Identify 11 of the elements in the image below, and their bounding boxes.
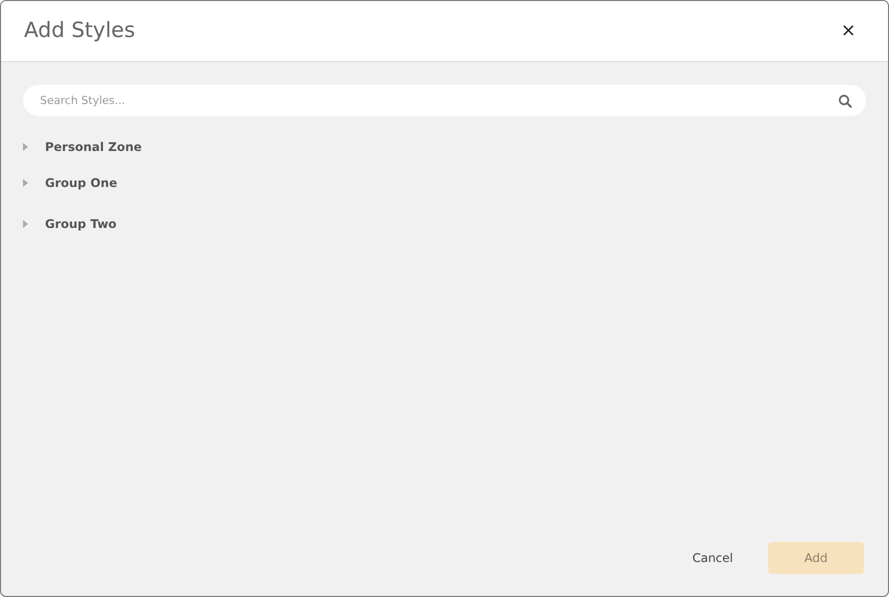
caret-right-icon[interactable] [23,220,28,228]
search-icon [838,94,852,108]
cancel-button[interactable]: Cancel [692,549,733,567]
tree-item[interactable]: Personal Zone [45,138,142,156]
tree-item[interactable]: Group Two [45,215,117,233]
caret-right-icon[interactable] [23,143,28,151]
search-field[interactable]: Search Styles... [23,85,866,116]
close-button[interactable]: × [836,22,860,40]
dialog-title: Add Styles [24,18,136,44]
tree-item[interactable]: Group One [45,174,118,192]
caret-right-icon[interactable] [23,179,28,187]
